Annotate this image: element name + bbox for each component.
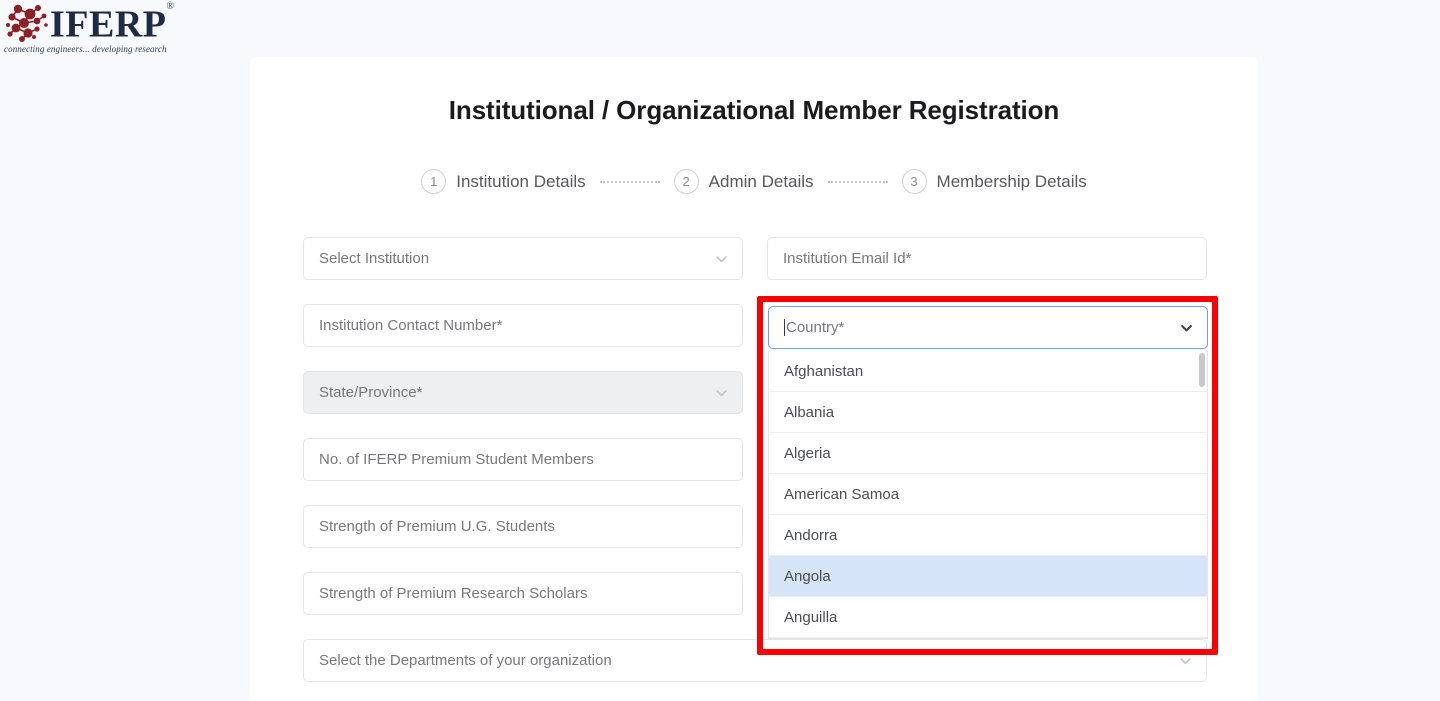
list-item[interactable]: Afghanistan <box>769 351 1207 392</box>
premium-student-members-field[interactable]: No. of IFERP Premium Student Members <box>303 438 743 481</box>
brand-name: IFERP <box>50 3 167 46</box>
select-institution-placeholder: Select Institution <box>319 250 430 267</box>
state-province-field[interactable]: State/Province* <box>303 371 743 414</box>
registration-stepper: 1 Institution Details 2 Admin Details 3 … <box>250 169 1258 194</box>
country-combobox: Country* Afghanistan Albania Algeria Ame… <box>768 306 1208 639</box>
dropdown-scrollbar[interactable] <box>1199 353 1205 638</box>
step-admin-details[interactable]: 2 Admin Details <box>673 169 814 194</box>
text-cursor <box>784 319 785 336</box>
list-item[interactable]: Anguilla <box>769 597 1207 638</box>
chevron-down-icon[interactable] <box>1180 321 1193 334</box>
step-connector-2 <box>827 180 888 183</box>
premium-research-scholars-field[interactable]: Strength of Premium Research Scholars <box>303 572 743 615</box>
step-connector-1 <box>599 180 660 183</box>
dropdown-scrollbar-thumb[interactable] <box>1199 353 1205 387</box>
list-item[interactable]: Algeria <box>769 433 1207 474</box>
institution-email-field[interactable]: Institution Email Id* <box>767 237 1207 280</box>
state-province-placeholder: State/Province* <box>319 384 423 401</box>
institution-email-placeholder: Institution Email Id* <box>783 250 912 267</box>
country-input[interactable]: Country* <box>768 306 1208 349</box>
chevron-down-icon <box>1180 657 1191 664</box>
form-row-7: Select the Departments of your organizat… <box>303 639 1207 701</box>
list-item[interactable]: Albania <box>769 392 1207 433</box>
departments-field[interactable]: Select the Departments of your organizat… <box>303 639 1207 682</box>
step-institution-details[interactable]: 1 Institution Details <box>421 169 586 194</box>
chevron-down-icon <box>716 389 727 396</box>
institution-contact-field[interactable]: Institution Contact Number* <box>303 304 743 347</box>
premium-research-scholars-placeholder: Strength of Premium Research Scholars <box>319 585 588 602</box>
logo-row: IFERP® <box>4 1 179 45</box>
chevron-down-icon <box>716 255 727 262</box>
premium-ug-students-field[interactable]: Strength of Premium U.G. Students <box>303 505 743 548</box>
select-institution-field[interactable]: Select Institution <box>303 237 743 280</box>
step-number-3: 3 <box>901 169 927 194</box>
country-placeholder: Country* <box>786 319 845 336</box>
molecule-network-icon <box>6 4 48 42</box>
step-label-3: Membership Details <box>936 171 1087 191</box>
country-options-list[interactable]: Afghanistan Albania Algeria American Sam… <box>768 351 1208 639</box>
list-item[interactable]: American Samoa <box>769 474 1207 515</box>
step-number-1: 1 <box>421 169 447 194</box>
brand-wordmark: IFERP® <box>50 1 175 45</box>
step-label-2: Admin Details <box>708 171 814 191</box>
premium-ug-students-placeholder: Strength of Premium U.G. Students <box>319 518 555 535</box>
step-number-2: 2 <box>673 169 699 194</box>
institution-contact-placeholder: Institution Contact Number* <box>319 317 503 334</box>
list-item-highlighted[interactable]: Angola <box>769 556 1207 597</box>
premium-student-members-placeholder: No. of IFERP Premium Student Members <box>319 451 594 468</box>
iferp-logo[interactable]: IFERP® connecting engineers... developin… <box>4 1 179 54</box>
page-title: Institutional / Organizational Member Re… <box>448 95 1060 125</box>
registered-trademark-icon: ® <box>166 1 175 12</box>
page-root: IFERP® connecting engineers... developin… <box>0 0 1440 701</box>
list-item[interactable]: Andorra <box>769 515 1207 556</box>
step-membership-details[interactable]: 3 Membership Details <box>901 169 1087 194</box>
step-label-1: Institution Details <box>456 171 586 191</box>
form-row-1: Select Institution Institution Email Id* <box>303 237 1207 304</box>
departments-placeholder: Select the Departments of your organizat… <box>319 652 612 669</box>
